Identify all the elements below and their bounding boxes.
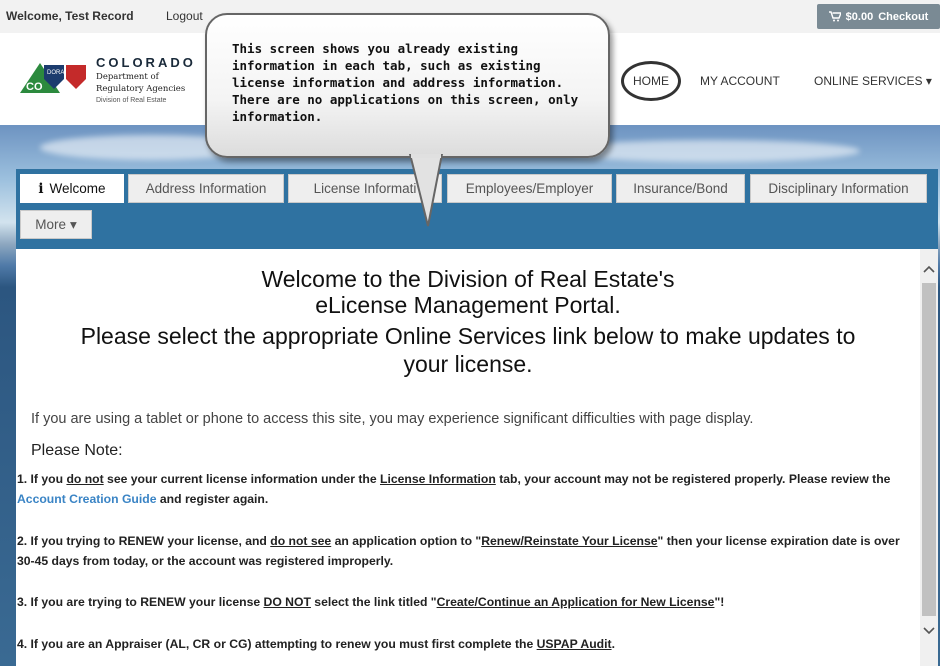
- brand-state: COLORADO: [96, 55, 196, 70]
- new-license-application-reference: Create/Continue an Application for New L…: [436, 595, 715, 609]
- cart-total: $0.00: [845, 10, 874, 23]
- scroll-up-arrow-icon[interactable]: [920, 260, 938, 278]
- license-information-reference: License Information: [380, 472, 496, 486]
- scroll-down-arrow-icon[interactable]: [920, 622, 938, 640]
- heading-line-2: eLicense Management Portal.: [315, 292, 621, 318]
- note-text: select the link titled ": [310, 595, 437, 609]
- info-icon: i: [38, 180, 44, 197]
- note-text: 1. If you: [17, 472, 67, 486]
- tab-welcome-label: Welcome: [49, 181, 106, 196]
- note-emphasis: do not see: [270, 534, 332, 548]
- tab-more-label: More: [35, 217, 66, 232]
- logout-link[interactable]: Logout: [166, 9, 203, 23]
- account-creation-guide-link[interactable]: Account Creation Guide: [17, 492, 157, 506]
- note-text: an application option to ": [331, 534, 482, 548]
- note-text: 2. If you trying to RENEW your license, …: [17, 534, 271, 548]
- note-item-1: 1. If you do not see your current licens…: [17, 469, 912, 509]
- note-text: "!: [714, 595, 725, 609]
- note-text: tab, your account may not be registered …: [495, 472, 891, 486]
- nav-home[interactable]: HOME: [621, 61, 681, 101]
- note-text: 3. If you are trying to RENEW your licen…: [17, 595, 264, 609]
- nav-online-services[interactable]: ONLINE SERVICES ▾: [814, 74, 932, 88]
- welcome-content-panel: Welcome to the Division of Real Estate's…: [16, 249, 920, 666]
- renew-reinstate-reference: Renew/Reinstate Your License: [481, 534, 658, 548]
- nav-my-account[interactable]: MY ACCOUNT: [700, 74, 780, 88]
- note-item-3: 3. If you are trying to RENEW your licen…: [17, 592, 912, 612]
- tablet-notice: If you are using a tablet or phone to ac…: [31, 411, 754, 427]
- tab-more[interactable]: More ▾: [20, 210, 92, 239]
- logo-dora-text: DORA: [47, 70, 64, 76]
- checkout-button[interactable]: $0.00 Checkout: [817, 4, 940, 29]
- brand-dept-line2: Regulatory Agencies: [96, 84, 186, 94]
- heading-line-4: your license.: [403, 351, 533, 377]
- chevron-down-icon: ▾: [925, 74, 932, 88]
- tab-address-information[interactable]: Address Information: [128, 174, 284, 203]
- tab-disciplinary-information[interactable]: Disciplinary Information: [750, 174, 927, 203]
- logo-co-text: CO: [26, 81, 43, 93]
- welcome-text: Welcome, Test Record: [6, 9, 134, 23]
- uspap-audit-link[interactable]: USPAP Audit: [537, 637, 612, 651]
- note-text: see your current license information und…: [103, 472, 380, 486]
- brand-dept-line1: Department of: [96, 72, 159, 82]
- please-note-label: Please Note:: [31, 442, 123, 459]
- scrollbar-thumb[interactable]: [922, 283, 936, 616]
- tab-welcome[interactable]: i Welcome: [20, 174, 124, 203]
- user-name: Test Record: [65, 9, 134, 23]
- note-item-4: 4. If you are an Appraiser (AL, CR or CG…: [17, 634, 912, 654]
- note-item-2: 2. If you trying to RENEW your license, …: [17, 531, 912, 571]
- tab-employees-employer[interactable]: Employees/Employer: [447, 174, 612, 203]
- cart-icon: [828, 11, 841, 22]
- note-emphasis: do not: [66, 472, 104, 486]
- note-text: .: [611, 637, 615, 651]
- chevron-down-icon: ▾: [69, 216, 77, 232]
- tab-insurance-bond[interactable]: Insurance/Bond: [616, 174, 745, 203]
- note-emphasis: DO NOT: [263, 595, 311, 609]
- brand-block: COLORADO Department of Regulatory Agenci…: [96, 55, 196, 104]
- brand-division: Division of Real Estate: [96, 97, 167, 104]
- callout-text: This screen shows you already existing i…: [232, 41, 579, 124]
- heading-line-3: Please select the appropriate Online Ser…: [80, 323, 856, 349]
- dora-logo[interactable]: DORA CO: [18, 55, 88, 105]
- checkout-label: Checkout: [878, 10, 929, 23]
- callout-tail: [408, 154, 444, 227]
- nav-online-services-label: ONLINE SERVICES: [814, 74, 923, 88]
- note-text: and register again.: [156, 492, 269, 506]
- tab-bar: i Welcome Address Information License In…: [16, 169, 938, 249]
- note-text: 4. If you are an Appraiser (AL, CR or CG…: [17, 637, 537, 651]
- heading-line-1: Welcome to the Division of Real Estate's: [261, 266, 675, 292]
- welcome-prefix: Welcome,: [6, 9, 62, 23]
